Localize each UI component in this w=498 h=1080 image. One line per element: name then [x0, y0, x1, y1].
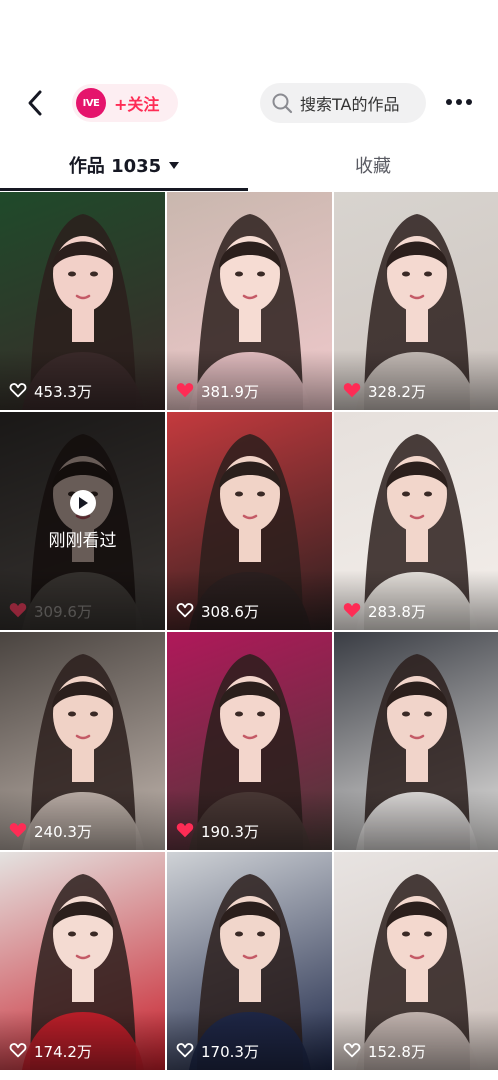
like-count-text: 453.3万: [34, 383, 92, 401]
video-thumbnail[interactable]: [334, 632, 498, 850]
like-count: 240.3万: [9, 821, 92, 842]
back-arrow-icon[interactable]: [22, 86, 50, 120]
heart-outline-icon: [176, 602, 194, 622]
video-thumbnail[interactable]: 152.8万: [334, 852, 498, 1070]
heart-outline-icon: [9, 1042, 27, 1062]
avatar: IVE: [76, 88, 106, 118]
follow-button[interactable]: IVE +关注: [72, 84, 178, 122]
like-count-text: 190.3万: [201, 823, 259, 841]
like-count: 170.3万: [176, 1041, 259, 1062]
like-count: 174.2万: [9, 1041, 92, 1062]
like-count: 283.8万: [343, 601, 426, 622]
heart-filled-icon: [9, 602, 27, 622]
like-count-text: 381.9万: [201, 383, 259, 401]
more-options-icon[interactable]: [444, 92, 474, 112]
heart-filled-icon: [9, 822, 27, 842]
video-thumbnail[interactable]: 381.9万: [167, 192, 332, 410]
heart-outline-icon: [343, 1042, 361, 1062]
like-count: 308.6万: [176, 601, 259, 622]
video-thumbnail[interactable]: 328.2万: [334, 192, 498, 410]
video-thumbnail[interactable]: 240.3万: [0, 632, 165, 850]
heart-filled-icon: [176, 382, 194, 402]
like-count-text: 283.8万: [368, 603, 426, 621]
profile-tabs: 作品 1035 收藏: [0, 140, 498, 192]
like-count-text: 152.8万: [368, 1043, 426, 1061]
play-icon: [69, 490, 96, 516]
like-count: 381.9万: [176, 381, 259, 402]
video-thumbnail[interactable]: 刚刚看过 309.6万: [0, 412, 165, 630]
tab-favorites[interactable]: 收藏: [248, 140, 498, 190]
like-count: 190.3万: [176, 821, 259, 842]
like-count-text: 309.6万: [34, 603, 92, 621]
like-count: 152.8万: [343, 1041, 426, 1062]
tab-favorites-label: 收藏: [355, 156, 391, 177]
heart-filled-icon: [343, 602, 361, 622]
like-count: 309.6万: [9, 601, 92, 622]
like-count-text: 308.6万: [201, 603, 259, 621]
caret-down-icon[interactable]: [169, 161, 180, 169]
search-box[interactable]: 搜索TA的作品: [260, 83, 426, 123]
like-count-text: 328.2万: [368, 383, 426, 401]
video-thumbnail[interactable]: 174.2万: [0, 852, 165, 1070]
tab-works[interactable]: 作品 1035: [0, 140, 248, 190]
video-thumbnail[interactable]: 453.3万: [0, 192, 165, 410]
like-count-text: 240.3万: [34, 823, 92, 841]
like-count: 453.3万: [9, 381, 92, 402]
video-thumbnail[interactable]: 170.3万: [167, 852, 332, 1070]
search-placeholder: 搜索TA的作品: [300, 95, 400, 114]
video-thumbnail[interactable]: 308.6万: [167, 412, 332, 630]
heart-filled-icon: [343, 382, 361, 402]
thumbnail-gradient: [334, 790, 498, 850]
like-count: 328.2万: [343, 381, 426, 402]
video-thumbnail[interactable]: 283.8万: [334, 412, 498, 630]
recently-watched-overlay: 刚刚看过: [0, 490, 165, 551]
like-count-text: 170.3万: [201, 1043, 259, 1061]
search-icon: [272, 93, 293, 114]
active-tab-indicator: [0, 188, 248, 191]
follow-label: +关注: [114, 95, 160, 114]
heart-outline-icon: [176, 1042, 194, 1062]
top-bar: IVE +关注 搜索TA的作品: [0, 0, 498, 140]
video-thumbnail[interactable]: 190.3万: [167, 632, 332, 850]
like-count-text: 174.2万: [34, 1043, 92, 1061]
heart-outline-icon: [9, 382, 27, 402]
recently-watched-label: 刚刚看过: [48, 531, 117, 551]
heart-filled-icon: [176, 822, 194, 842]
tab-works-label: 作品 1035: [68, 156, 162, 177]
